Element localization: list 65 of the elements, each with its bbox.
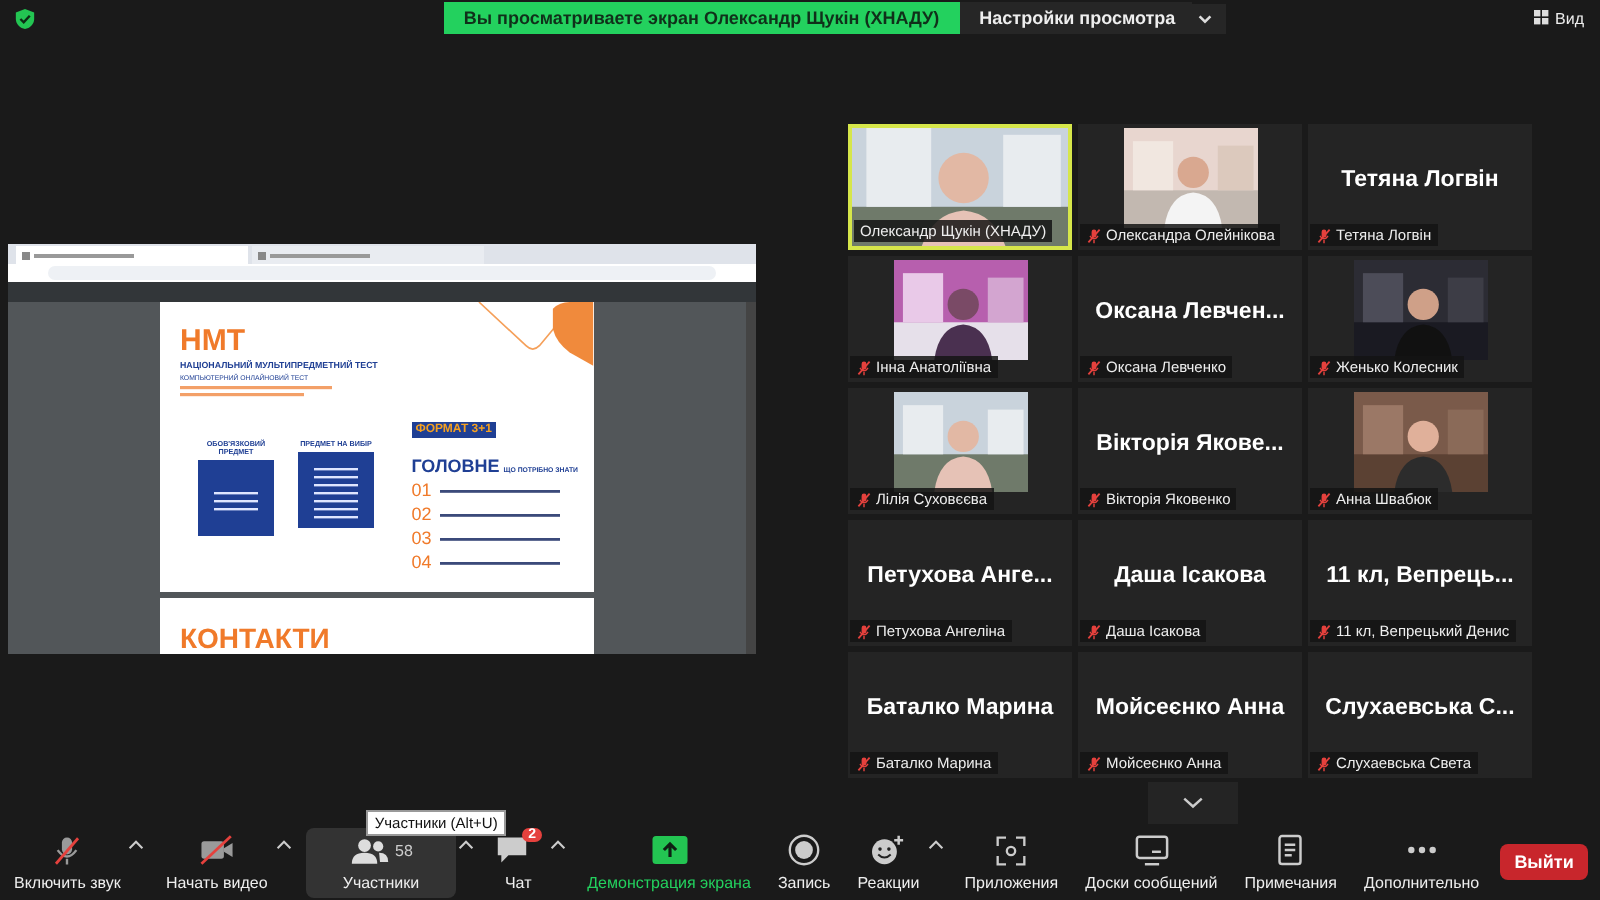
grid-icon [1533, 10, 1550, 26]
participant-name: Баталко Марина [866, 695, 1054, 719]
point-number: 04 [411, 554, 432, 572]
subject-box-drawing [198, 460, 274, 536]
toolbar-button[interactable]: Примечания [1238, 827, 1343, 897]
section-heading: ГОЛОВНЕ [411, 456, 500, 476]
toolbar-button[interactable]: Запись [771, 827, 837, 897]
caret-icon[interactable] [128, 839, 145, 849]
more-icon [1405, 844, 1438, 856]
notes-icon [1276, 834, 1305, 866]
view-button[interactable]: Вид [1533, 9, 1584, 27]
button-label: Дополнительно [1364, 873, 1480, 891]
chat-icon [494, 834, 531, 866]
document-title: НМТ [180, 326, 247, 358]
toolbar-button[interactable]: Реакции [851, 827, 926, 897]
participant-name: Вікторія Якове... [1096, 431, 1284, 455]
view-settings-button[interactable]: Настройки просмотра [959, 2, 1192, 34]
subject-box-drawing [298, 452, 374, 528]
toolbar-button[interactable]: Начать видео [159, 827, 274, 897]
people-icon [349, 835, 390, 865]
participant-count: 58 [395, 841, 413, 859]
button-label: Участники [342, 873, 420, 891]
participant-name: Тетяна Логвін [1341, 167, 1499, 191]
caret-icon[interactable] [550, 839, 567, 849]
whiteboard-icon [1133, 834, 1170, 866]
button-label: Доски сообщений [1085, 873, 1218, 891]
share-screen-icon [651, 836, 688, 864]
button-label: Чат [504, 873, 532, 891]
button-label: Примечания [1244, 873, 1337, 891]
toolbar-button[interactable]: Доски сообщений [1079, 827, 1224, 897]
camera-off-icon [197, 834, 236, 866]
caret-icon[interactable] [275, 839, 292, 849]
button-label: Включить звук [14, 873, 121, 891]
participant-name: Даша Ісакова [1114, 563, 1266, 587]
chevron-down-icon [1182, 796, 1204, 810]
toolbar-button[interactable]: 58 Участники [306, 827, 456, 897]
participant-name: Мойсеєнко Анна [1095, 695, 1285, 719]
sharing-banner: Вы просматриваете экран Олександр Щукін (ХНАДУ) [443, 2, 960, 34]
caret-icon[interactable] [457, 839, 474, 849]
button-label: Демонстрация экрана [587, 873, 751, 891]
shield-icon[interactable] [14, 7, 36, 29]
chevron-down-icon[interactable] [1191, 3, 1226, 33]
point-number: 02 [411, 506, 432, 524]
apps-icon [996, 835, 1027, 865]
document-title: КОНТАКТИ [180, 622, 330, 654]
caret-icon[interactable] [927, 839, 944, 849]
button-label: Реакции [857, 873, 920, 891]
browser-tab[interactable] [16, 246, 248, 264]
participant-name: Оксана Левчен... [1095, 299, 1285, 323]
button-label: Приложения [964, 873, 1059, 891]
toolbar-button[interactable]: Демонстрация экрана [581, 827, 757, 897]
point-number: 03 [411, 530, 432, 548]
toolbar-button[interactable]: Включить звук [8, 827, 127, 897]
toolbar-button[interactable]: Приложения [958, 827, 1065, 897]
point-number: 01 [411, 482, 432, 500]
button-label: Запись [777, 873, 831, 891]
record-icon [788, 834, 821, 866]
participant-name: 11 кл, Вепрець... [1326, 563, 1514, 587]
smiley-plus-icon [870, 834, 907, 866]
toolbar-button[interactable]: Дополнительно [1358, 827, 1486, 897]
participant-name: Петухова Анге... [867, 563, 1053, 587]
participant-name: Слухаевська С... [1325, 695, 1515, 719]
leave-button[interactable]: Выйти [1500, 844, 1588, 880]
muted-mic-icon [50, 833, 85, 867]
button-label: Начать видео [165, 873, 268, 891]
